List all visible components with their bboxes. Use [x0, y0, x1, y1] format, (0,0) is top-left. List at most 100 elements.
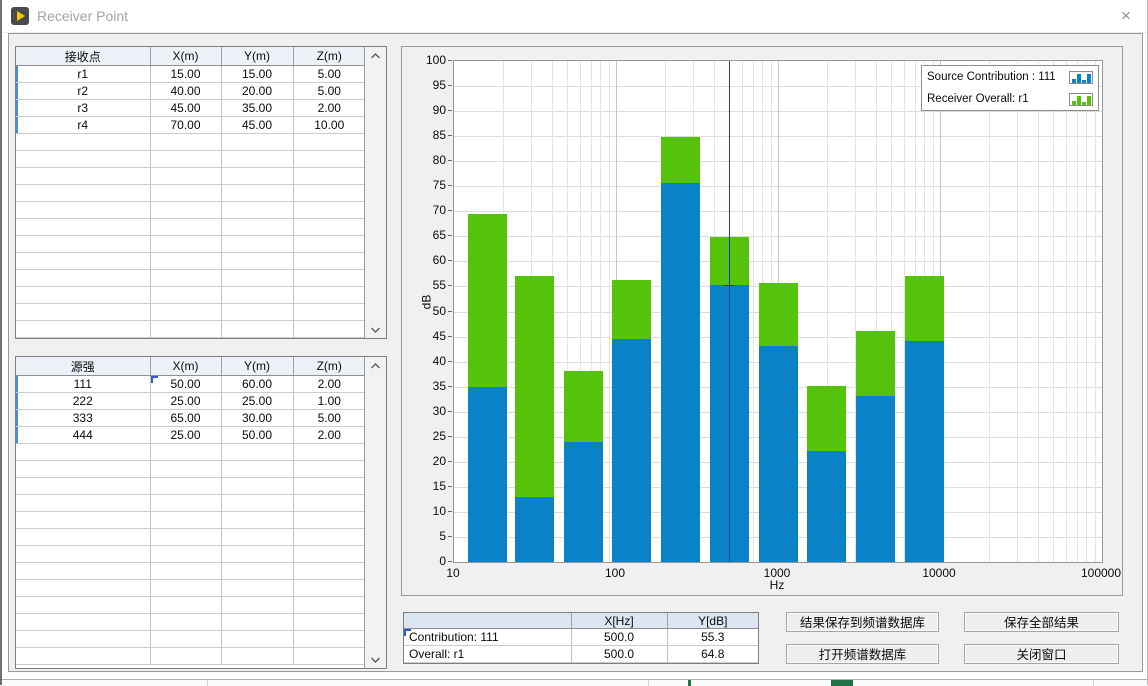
table-cell[interactable]: 50.00 [150, 376, 221, 393]
scroll-down-button[interactable] [365, 651, 386, 668]
table-cell[interactable] [221, 444, 293, 461]
table-cell[interactable] [150, 321, 221, 338]
table-cell[interactable] [150, 461, 221, 478]
table-cell[interactable] [150, 546, 221, 563]
table-cell[interactable]: 50.00 [221, 427, 293, 444]
table-cell[interactable] [16, 270, 150, 287]
table-cell[interactable] [150, 529, 221, 546]
table-cell[interactable] [293, 444, 364, 461]
table-cell[interactable] [150, 253, 221, 270]
table-cell[interactable] [16, 648, 150, 665]
table-cell[interactable] [221, 495, 293, 512]
table-cell[interactable] [293, 563, 364, 580]
table-cell[interactable] [16, 253, 150, 270]
table-cell[interactable] [221, 219, 293, 236]
table-cell[interactable]: Overall: r1 [404, 646, 571, 663]
table-cell[interactable] [16, 202, 150, 219]
table-cell[interactable] [150, 151, 221, 168]
table-cell[interactable] [16, 631, 150, 648]
table-cell[interactable] [221, 563, 293, 580]
table-cell[interactable] [221, 512, 293, 529]
table-cell[interactable] [16, 304, 150, 321]
table-cell[interactable]: 1.00 [293, 393, 364, 410]
table-cell[interactable] [221, 134, 293, 151]
open-spectrum-db-button[interactable]: 打开频谱数据库 [786, 644, 939, 664]
table-cell[interactable] [16, 563, 150, 580]
table-cell[interactable] [16, 134, 150, 151]
table-cell[interactable] [150, 597, 221, 614]
table-cell[interactable]: 111 [16, 376, 150, 393]
table-cell[interactable] [16, 461, 150, 478]
table-cell[interactable]: 55.3 [667, 629, 758, 646]
table-cell[interactable] [293, 287, 364, 304]
table-cell[interactable]: 10.00 [293, 117, 364, 134]
table-cell[interactable] [293, 270, 364, 287]
table-cell[interactable]: 500.0 [571, 646, 667, 663]
table-cell[interactable] [150, 563, 221, 580]
table-cell[interactable] [150, 168, 221, 185]
scroll-up-button[interactable] [365, 47, 386, 64]
table-cell[interactable] [221, 321, 293, 338]
table-cell[interactable] [150, 580, 221, 597]
table-cell[interactable] [293, 134, 364, 151]
table-cell[interactable] [221, 270, 293, 287]
table-cell[interactable] [16, 512, 150, 529]
table-cell[interactable] [16, 495, 150, 512]
table-cell[interactable] [293, 304, 364, 321]
table-cell[interactable] [293, 202, 364, 219]
table-cell[interactable]: r3 [16, 100, 150, 117]
table-cell[interactable] [150, 287, 221, 304]
table-cell[interactable] [221, 648, 293, 665]
receiver-table-scrollbar[interactable] [364, 47, 386, 338]
scroll-up-button[interactable] [365, 357, 386, 374]
table-cell[interactable]: 5.00 [293, 83, 364, 100]
table-cell[interactable] [16, 185, 150, 202]
table-cell[interactable]: 5.00 [293, 410, 364, 427]
table-cell[interactable] [221, 597, 293, 614]
table-cell[interactable]: 64.8 [667, 646, 758, 663]
table-cell[interactable]: 30.00 [221, 410, 293, 427]
table-cell[interactable]: 333 [16, 410, 150, 427]
table-cell[interactable] [16, 219, 150, 236]
table-cell[interactable] [150, 631, 221, 648]
table-cell[interactable]: 25.00 [150, 427, 221, 444]
table-cell[interactable] [293, 580, 364, 597]
table-cell[interactable] [221, 287, 293, 304]
table-cell[interactable]: 35.00 [221, 100, 293, 117]
table-cell[interactable] [293, 253, 364, 270]
table-cell[interactable]: r4 [16, 117, 150, 134]
table-cell[interactable] [150, 236, 221, 253]
table-cell[interactable] [293, 597, 364, 614]
table-cell[interactable] [221, 168, 293, 185]
table-cell[interactable] [221, 202, 293, 219]
table-cell[interactable] [150, 495, 221, 512]
table-cell[interactable] [16, 529, 150, 546]
table-cell[interactable] [16, 321, 150, 338]
table-cell[interactable] [221, 478, 293, 495]
table-cell[interactable] [221, 529, 293, 546]
table-cell[interactable]: 5.00 [293, 66, 364, 83]
table-cell[interactable] [150, 134, 221, 151]
scroll-down-button[interactable] [365, 321, 386, 338]
close-icon[interactable]: × [1114, 4, 1138, 28]
table-cell[interactable] [293, 478, 364, 495]
close-window-button[interactable]: 关闭窗口 [964, 644, 1119, 664]
table-cell[interactable] [221, 304, 293, 321]
table-cell[interactable] [221, 236, 293, 253]
save-all-results-button[interactable]: 保存全部结果 [964, 612, 1119, 632]
table-cell[interactable] [293, 529, 364, 546]
table-cell[interactable] [150, 202, 221, 219]
table-cell[interactable]: 60.00 [221, 376, 293, 393]
table-cell[interactable] [293, 185, 364, 202]
table-cell[interactable]: 444 [16, 427, 150, 444]
plot-area[interactable]: Source Contribution : 111Receiver Overal… [453, 60, 1103, 563]
table-cell[interactable] [150, 185, 221, 202]
table-cell[interactable]: 40.00 [150, 83, 221, 100]
table-cell[interactable] [150, 614, 221, 631]
legend-item[interactable]: Source Contribution : 111 [922, 66, 1098, 88]
table-cell[interactable] [221, 631, 293, 648]
table-cell[interactable] [221, 614, 293, 631]
table-cell[interactable] [16, 478, 150, 495]
table-cell[interactable]: 45.00 [221, 117, 293, 134]
table-cell[interactable]: 500.0 [571, 629, 667, 646]
